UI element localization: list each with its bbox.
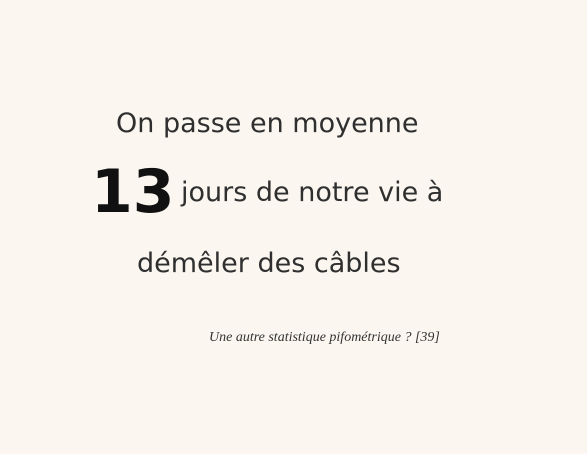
statement-line-1: On passe en moyenne [116, 108, 419, 139]
highlight-number: 13 [91, 157, 175, 227]
caption: Une autre statistique pifométrique ? [39… [209, 330, 440, 345]
statement-line-3: démêler des câbles [137, 248, 401, 279]
statement-line-2: jours de notre vie à [181, 177, 444, 208]
